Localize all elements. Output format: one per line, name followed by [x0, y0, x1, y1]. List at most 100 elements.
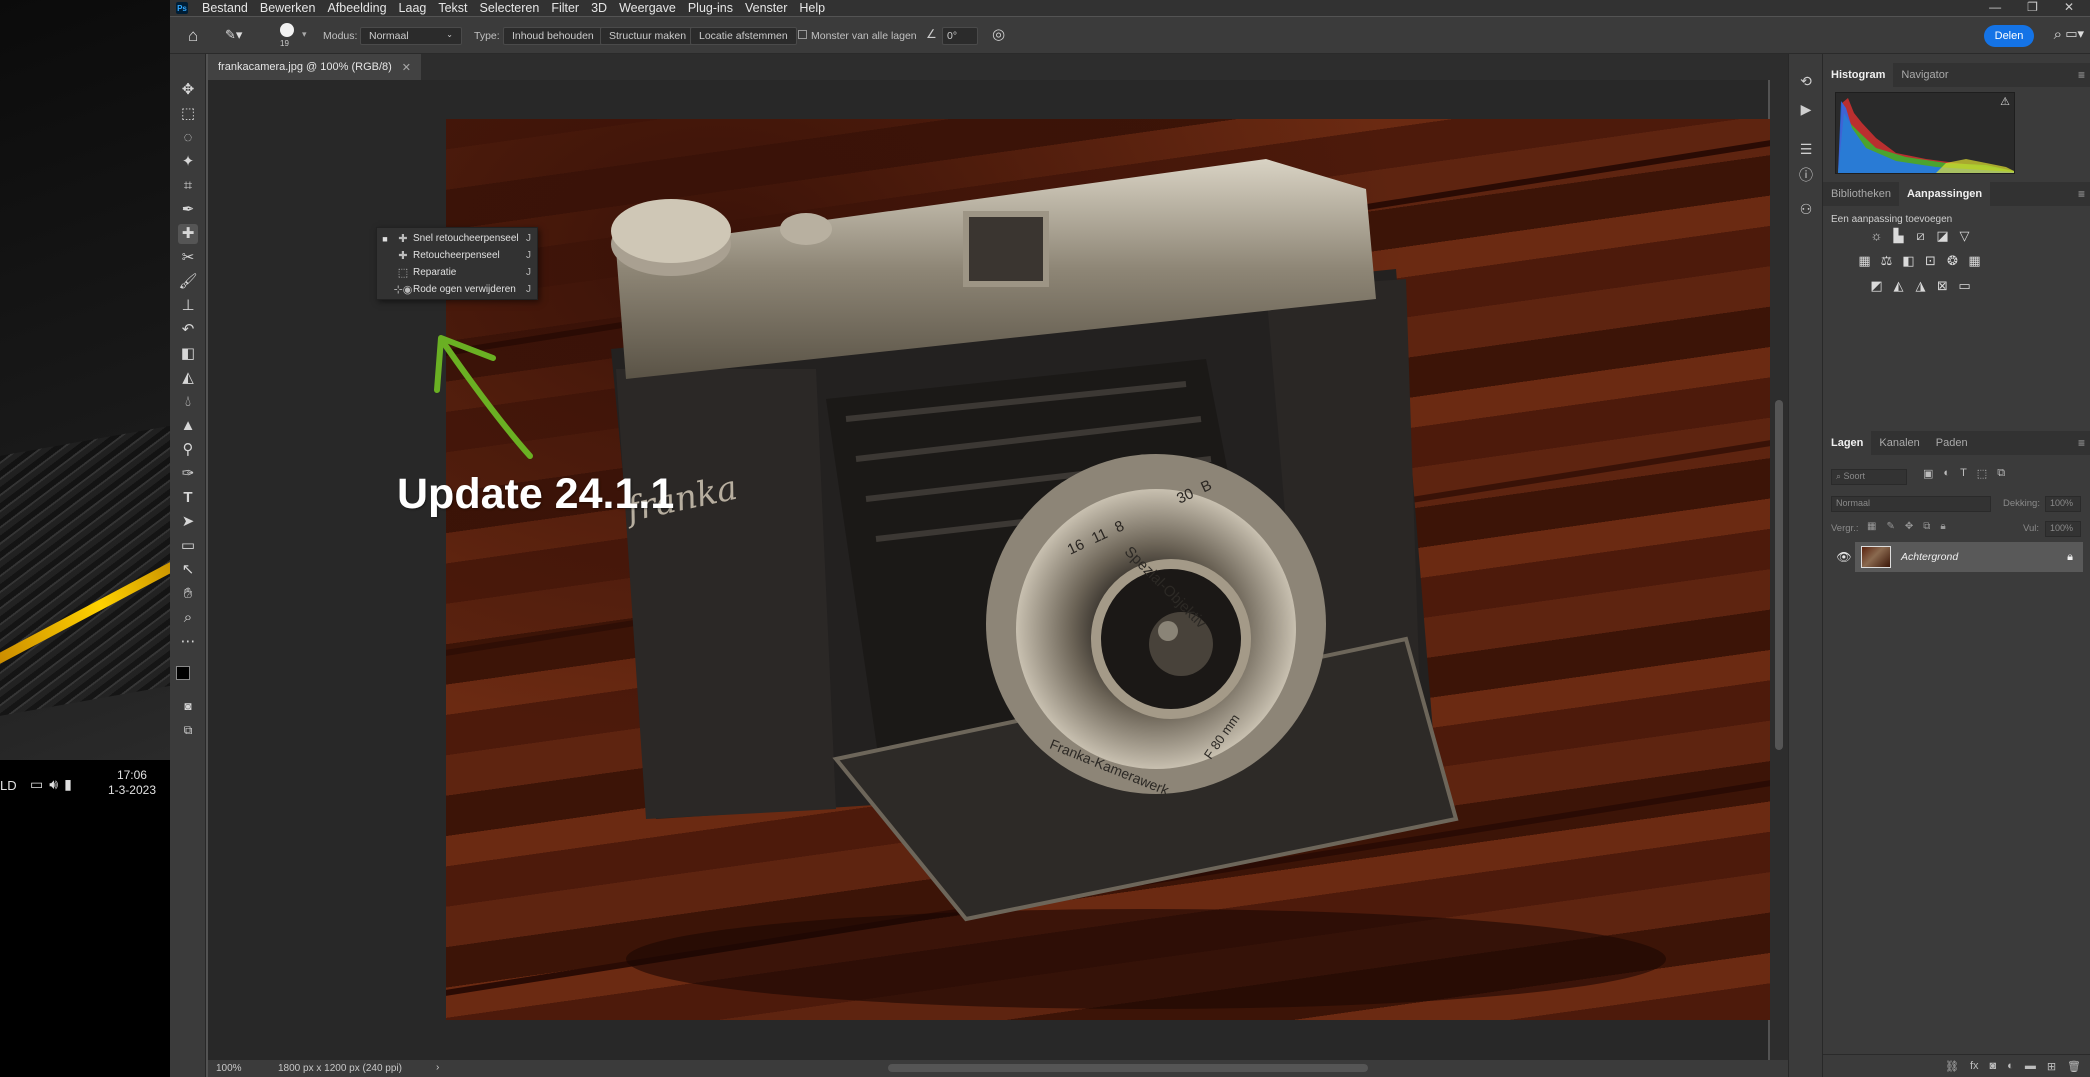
paint-bucket-tool-icon[interactable]: ◭ — [178, 368, 198, 388]
menu-bestand[interactable]: Bestand — [196, 1, 254, 15]
eraser-tool-icon[interactable]: ◧ — [178, 344, 198, 364]
selective-color-icon[interactable]: ⊠ — [1935, 278, 1950, 294]
layer-visibility-eye-icon[interactable]: 👁︎ — [1833, 542, 1855, 572]
flyout-item-patch[interactable]: ⬚ Reparatie J — [377, 264, 537, 281]
canvas-image[interactable]: franka Spezial-Objektiv Franka-Kamerawer… — [446, 119, 1796, 1020]
actions-play-icon[interactable]: ▶ — [1797, 100, 1815, 118]
type-inhoud-behouden-button[interactable]: Inhoud behouden — [503, 27, 603, 45]
lock-artboard-icon[interactable]: ⧉ — [1923, 521, 1930, 532]
quick-mask-icon[interactable]: ◙ — [178, 696, 198, 716]
type-locatie-afstemmen-button[interactable]: Locatie afstemmen — [690, 27, 797, 45]
status-chevron-icon[interactable]: › — [436, 1062, 439, 1073]
healing-brush-tool-icon[interactable]: ✚ — [178, 224, 198, 244]
direct-selection-tool-icon[interactable]: ↖ — [178, 560, 198, 580]
photo-filter-icon[interactable]: ⊡ — [1923, 253, 1938, 269]
sample-all-checkbox[interactable] — [798, 30, 807, 39]
hand-tool-icon[interactable]: ✋︎ — [178, 584, 198, 604]
marquee-tool-icon[interactable]: ⬚ — [178, 104, 198, 124]
layer-row[interactable]: 👁︎ Achtergrond 🔒︎ — [1833, 542, 2083, 572]
restore-icon[interactable]: ❐ — [2027, 0, 2038, 14]
brush-preview-icon[interactable] — [280, 23, 294, 37]
flyout-item-spot-healing[interactable]: ■ ✚ Snel retoucheerpenseel J — [377, 230, 537, 247]
home-icon[interactable]: ⌂ — [188, 26, 198, 46]
fx-icon[interactable]: fx — [1970, 1060, 1979, 1072]
dodge-tool-icon[interactable]: ⚲ — [178, 440, 198, 460]
posterize-icon[interactable]: ◭ — [1891, 278, 1906, 294]
tab-navigator[interactable]: Navigator — [1893, 63, 1956, 87]
network-icon[interactable]: ▭ — [30, 776, 43, 793]
volume-icon[interactable]: 🔊︎ — [49, 776, 58, 793]
minimize-icon[interactable]: — — [1989, 0, 2001, 14]
taskbar-clock[interactable]: 17:06 1-3-2023 — [108, 768, 156, 798]
vertical-scroll-thumb[interactable] — [1775, 400, 1783, 750]
menu-afbeelding[interactable]: Afbeelding — [321, 1, 392, 15]
menu-help[interactable]: Help — [793, 1, 831, 15]
rectangle-tool-icon[interactable]: ▭ — [178, 536, 198, 556]
group-icon[interactable]: ▬ — [2025, 1060, 2036, 1072]
panel-menu-icon[interactable]: ≡ — [2078, 187, 2085, 201]
panel-menu-icon[interactable]: ≡ — [2078, 68, 2085, 82]
threshold-icon[interactable]: ◮ — [1913, 278, 1928, 294]
channel-mixer-icon[interactable]: ❂ — [1945, 253, 1960, 269]
magic-wand-tool-icon[interactable]: ✦ — [178, 152, 198, 172]
levels-icon[interactable]: ▙ — [1891, 228, 1906, 244]
sharpen-tool-icon[interactable]: ▲ — [178, 416, 198, 436]
blend-mode-select[interactable]: Normaal — [1831, 496, 1991, 512]
brush-dropdown-chevron-icon[interactable]: ▾ — [302, 29, 307, 40]
close-icon[interactable]: ✕ — [2064, 0, 2074, 14]
menu-tekst[interactable]: Tekst — [432, 1, 473, 15]
battery-icon[interactable]: ▮ — [64, 776, 72, 793]
menu-3d[interactable]: 3D — [585, 1, 613, 15]
link-layers-icon[interactable]: ⛓ — [1945, 1060, 1959, 1073]
path-selection-tool-icon[interactable]: ➤ — [178, 512, 198, 532]
flyout-item-healing-brush[interactable]: ✚ Retoucheerpenseel J — [377, 247, 537, 264]
brush-tool-icon[interactable]: 🖌︎ — [178, 272, 198, 292]
brightness-icon[interactable]: ☼ — [1869, 228, 1884, 244]
gradient-triangle-icon[interactable]: ▽ — [1957, 228, 1972, 244]
pen-tool-icon[interactable]: ✑ — [178, 464, 198, 484]
lock-transparent-icon[interactable]: ▦ — [1867, 521, 1876, 532]
panel-menu-icon[interactable]: ≡ — [2078, 436, 2085, 450]
blur-tool-icon[interactable]: 💧︎ — [178, 392, 198, 412]
history-icon[interactable]: ⟲ — [1797, 72, 1815, 90]
properties-icon[interactable]: ☰ — [1797, 140, 1815, 158]
foreground-color-swatch[interactable] — [176, 666, 190, 680]
lock-paint-icon[interactable]: ✎ — [1886, 521, 1894, 532]
gradient-map-icon[interactable]: ▭ — [1957, 278, 1972, 294]
document-tab[interactable]: frankacamera.jpg @ 100% (RGB/8) ✕ — [208, 54, 422, 80]
adjustment-layer-icon[interactable]: ◐ — [2007, 1060, 2014, 1072]
menu-selecteren[interactable]: Selecteren — [474, 1, 546, 15]
zoom-tool-icon[interactable]: ⌕ — [178, 608, 198, 628]
filter-type-icon[interactable]: T — [1960, 467, 1967, 480]
flyout-item-red-eye[interactable]: ⊹◉ Rode ogen verwijderen J — [377, 281, 537, 298]
curves-icon[interactable]: ⧄ — [1913, 228, 1928, 244]
layer-lock-icon[interactable]: 🔒︎ — [2067, 551, 2073, 564]
learn-icon[interactable]: ⚇ — [1797, 200, 1815, 218]
lasso-tool-icon[interactable]: ◌ — [178, 128, 198, 148]
search-icon[interactable]: ⌕ — [2054, 26, 2062, 43]
menu-laag[interactable]: Laag — [393, 1, 433, 15]
tab-channels[interactable]: Kanalen — [1871, 431, 1927, 455]
add-mask-icon[interactable]: ◙ — [1990, 1060, 1997, 1072]
vertical-scrollbar[interactable] — [1770, 80, 1788, 1060]
opacity-input[interactable]: 100% — [2045, 496, 2081, 512]
invert-icon[interactable]: ◩ — [1869, 278, 1884, 294]
warning-icon[interactable]: ⚠ — [2000, 95, 2010, 108]
delete-layer-icon[interactable]: 🗑︎ — [2067, 1060, 2081, 1073]
menu-filter[interactable]: Filter — [545, 1, 585, 15]
tab-adjustments[interactable]: Aanpassingen — [1898, 182, 1991, 206]
lock-all-icon[interactable]: 🔒︎ — [1940, 521, 1945, 532]
filter-pixel-icon[interactable]: ▣ — [1923, 467, 1933, 480]
tool-preset-icon[interactable]: ✎▾ — [225, 27, 242, 43]
menu-bewerken[interactable]: Bewerken — [254, 1, 322, 15]
tab-libraries[interactable]: Bibliotheken — [1823, 182, 1899, 206]
workspace-icon[interactable]: ▭▾ — [2065, 26, 2084, 42]
close-tab-icon[interactable]: ✕ — [402, 61, 411, 74]
color-lookup-icon[interactable]: ▦ — [1967, 253, 1982, 269]
pressure-icon[interactable]: ◎ — [992, 25, 1005, 43]
menu-weergave[interactable]: Weergave — [613, 1, 682, 15]
vibrance-icon[interactable]: ▦ — [1857, 253, 1872, 269]
horizontal-scroll-thumb[interactable] — [888, 1064, 1368, 1072]
patch-tool-icon[interactable]: ✂ — [178, 248, 198, 268]
filter-smart-icon[interactable]: ⧉ — [1997, 467, 2005, 480]
